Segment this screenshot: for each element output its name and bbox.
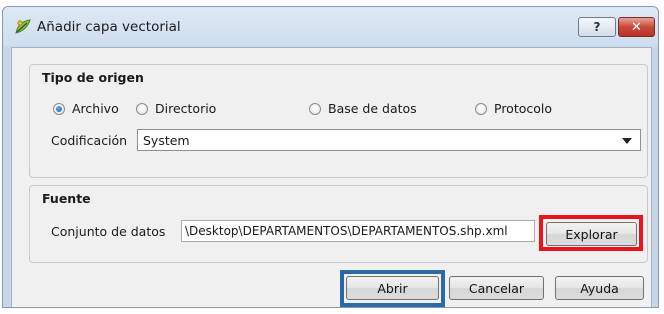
- help-button-label: Ayuda: [580, 280, 619, 296]
- help-title-button[interactable]: ?: [578, 17, 616, 37]
- cancel-button-label: Cancelar: [468, 280, 525, 296]
- dataset-path-input[interactable]: \Desktop\DEPARTAMENTOS\DEPARTAMENTOS.shp…: [181, 220, 535, 242]
- browse-button[interactable]: Explorar: [546, 222, 637, 246]
- dataset-label: Conjunto de datos: [51, 224, 166, 239]
- browse-button-label: Explorar: [565, 226, 618, 242]
- radio-base-de-datos[interactable]: Base de datos: [309, 101, 417, 116]
- radio-selected-icon: [53, 102, 65, 115]
- radio-archivo-label: Archivo: [72, 101, 119, 116]
- dataset-path-value: \Desktop\DEPARTAMENTOS\DEPARTAMENTOS.shp…: [185, 224, 508, 238]
- encoding-value: System: [143, 133, 190, 148]
- radio-unselected-icon: [309, 102, 321, 115]
- window-title: Añadir capa vectorial: [37, 19, 181, 35]
- qgis-icon: [14, 18, 32, 36]
- encoding-select[interactable]: System: [137, 129, 641, 151]
- source-heading: Fuente: [40, 191, 93, 206]
- add-vector-layer-dialog: Añadir capa vectorial ? ✕ Tipo de origen…: [2, 6, 659, 308]
- help-button[interactable]: Ayuda: [555, 276, 644, 300]
- source-type-heading: Tipo de origen: [40, 70, 146, 85]
- radio-unselected-icon: [475, 102, 487, 115]
- radio-unselected-icon: [136, 102, 148, 115]
- radio-base-de-datos-label: Base de datos: [328, 101, 417, 116]
- open-button-label: Abrir: [377, 280, 408, 296]
- source-type-group: Tipo de origen: [29, 64, 648, 178]
- close-button[interactable]: ✕: [618, 17, 655, 37]
- radio-protocolo-label: Protocolo: [494, 101, 553, 116]
- dialog-body: Tipo de origen Archivo Directorio Base d…: [11, 47, 652, 307]
- encoding-label: Codificación: [51, 133, 128, 148]
- close-icon: ✕: [631, 19, 642, 35]
- radio-directorio-label: Directorio: [155, 101, 217, 116]
- radio-archivo[interactable]: Archivo: [53, 101, 119, 116]
- radio-protocolo[interactable]: Protocolo: [475, 101, 552, 116]
- title-bar[interactable]: Añadir capa vectorial ? ✕: [3, 7, 658, 47]
- chevron-down-icon: [622, 138, 632, 144]
- open-button[interactable]: Abrir: [346, 276, 439, 300]
- radio-directorio[interactable]: Directorio: [136, 101, 216, 116]
- cancel-button[interactable]: Cancelar: [449, 276, 544, 300]
- question-icon: ?: [593, 20, 601, 34]
